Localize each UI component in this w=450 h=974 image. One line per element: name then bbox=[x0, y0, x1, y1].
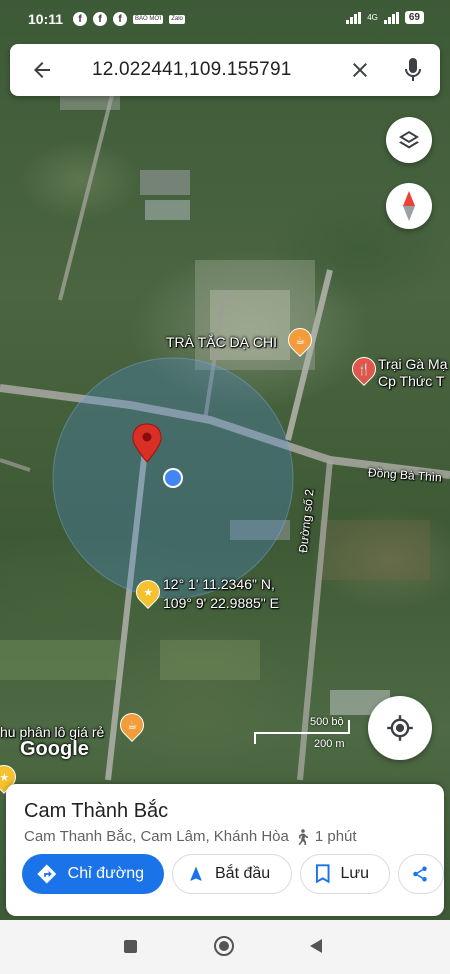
google-logo: Google bbox=[20, 738, 89, 760]
bookmark-icon bbox=[315, 864, 330, 884]
bao-moi-icon: BÁO MỚI bbox=[133, 14, 164, 24]
place-title: Cam Thành Bắc bbox=[24, 800, 169, 822]
battery-icon: 69 bbox=[404, 11, 424, 24]
mic-icon[interactable] bbox=[401, 56, 425, 84]
recents-icon[interactable] bbox=[124, 940, 137, 953]
save-label: Lưu bbox=[340, 865, 369, 882]
compass-icon bbox=[403, 191, 415, 221]
clock: 10:11 bbox=[28, 11, 64, 27]
poi-label-chicken-2[interactable]: Cp Thức T bbox=[378, 373, 444, 389]
directions-button[interactable]: Chỉ đường bbox=[22, 854, 164, 894]
search-bar[interactable]: 12.022441,109.155791 bbox=[10, 44, 440, 96]
my-location-button[interactable] bbox=[368, 696, 432, 760]
start-label: Bắt đầu bbox=[215, 865, 271, 882]
scale-imperial: 500 bộ bbox=[310, 716, 344, 728]
home-icon[interactable] bbox=[214, 936, 234, 956]
share-icon bbox=[413, 866, 427, 882]
system-nav-bar bbox=[0, 920, 450, 974]
close-icon[interactable] bbox=[348, 58, 372, 82]
back-icon[interactable] bbox=[310, 939, 322, 953]
facebook-icon: f bbox=[113, 12, 128, 26]
facebook-icon: f bbox=[93, 12, 108, 26]
map-scale: 500 bộ 200 m bbox=[254, 716, 350, 756]
start-button[interactable]: Bắt đầu bbox=[172, 854, 292, 894]
back-arrow-icon[interactable] bbox=[30, 58, 54, 82]
scale-metric: 200 m bbox=[314, 738, 345, 750]
zalo-icon: Zalo bbox=[169, 14, 185, 24]
layers-icon bbox=[399, 131, 419, 149]
place-subtitle: Cam Thanh Bắc, Cam Lâm, Khánh Hòa 1 phút bbox=[24, 828, 357, 845]
signal-icon-2 bbox=[383, 11, 399, 24]
place-address: Cam Thanh Bắc, Cam Lâm, Khánh Hòa bbox=[24, 828, 289, 845]
poi-label-tea[interactable]: TRÀ TẮC DẠ CHI bbox=[166, 334, 277, 350]
action-row: Chỉ đường Bắt đầu Lưu bbox=[22, 854, 444, 894]
directions-icon bbox=[37, 864, 57, 884]
save-button[interactable]: Lưu bbox=[300, 854, 390, 894]
navigation-arrow-icon bbox=[190, 866, 202, 881]
status-bar: 10:11 f f f BÁO MỚI Zalo 4G 69 bbox=[0, 0, 450, 38]
compass-button[interactable] bbox=[386, 183, 432, 229]
network-type: 4G bbox=[367, 13, 378, 22]
walking-icon bbox=[298, 828, 308, 845]
crosshair-icon bbox=[387, 715, 413, 741]
place-sheet[interactable]: Cam Thành Bắc Cam Thanh Bắc, Cam Lâm, Kh… bbox=[6, 784, 444, 916]
walk-time: 1 phút bbox=[314, 828, 357, 845]
signal-icon bbox=[346, 11, 362, 24]
coord-label-1: 12° 1' 11.2346" N, bbox=[163, 576, 275, 592]
layers-button[interactable] bbox=[386, 117, 432, 163]
facebook-icon: f bbox=[73, 12, 88, 26]
share-button[interactable] bbox=[398, 854, 444, 894]
coord-label-2: 109° 9' 22.9885" E bbox=[163, 595, 279, 611]
directions-label: Chỉ đường bbox=[67, 865, 144, 882]
poi-label-chicken-1[interactable]: Trại Gà Mạ bbox=[378, 356, 448, 372]
search-query[interactable]: 12.022441,109.155791 bbox=[92, 59, 291, 81]
